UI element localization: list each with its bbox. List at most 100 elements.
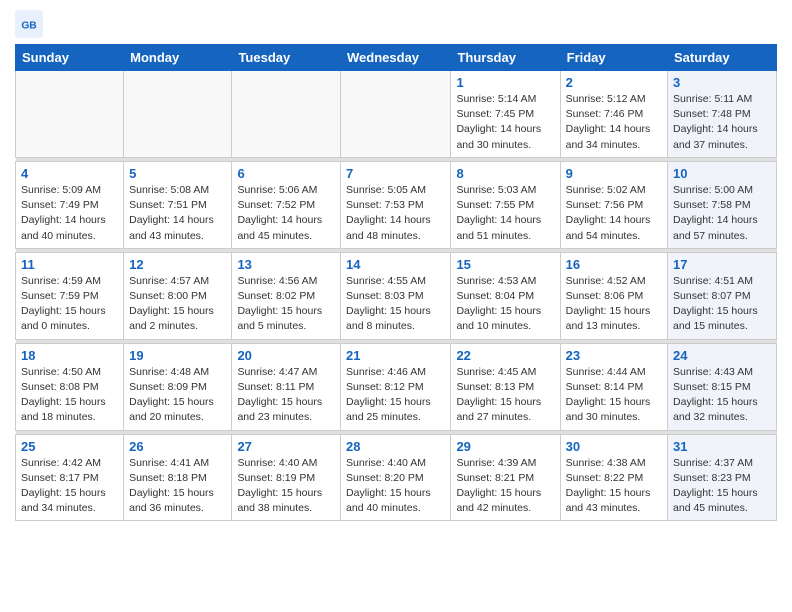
day-detail: Sunrise: 4:43 AMSunset: 8:15 PMDaylight:… — [673, 365, 771, 426]
day-number: 30 — [566, 439, 662, 454]
calendar-cell: 21 Sunrise: 4:46 AMSunset: 8:12 PMDayligh… — [341, 343, 451, 430]
calendar-cell: 18 Sunrise: 4:50 AMSunset: 8:08 PMDayligh… — [16, 343, 124, 430]
day-detail: Sunrise: 4:40 AMSunset: 8:19 PMDaylight:… — [237, 456, 335, 517]
day-detail: Sunrise: 4:48 AMSunset: 8:09 PMDaylight:… — [129, 365, 226, 426]
day-number: 5 — [129, 166, 226, 181]
day-number: 27 — [237, 439, 335, 454]
day-number: 9 — [566, 166, 662, 181]
day-detail: Sunrise: 4:46 AMSunset: 8:12 PMDaylight:… — [346, 365, 445, 426]
day-detail: Sunrise: 4:40 AMSunset: 8:20 PMDaylight:… — [346, 456, 445, 517]
day-number: 12 — [129, 257, 226, 272]
header-monday: Monday — [124, 45, 232, 71]
day-number: 24 — [673, 348, 771, 363]
header-wednesday: Wednesday — [341, 45, 451, 71]
day-detail: Sunrise: 4:55 AMSunset: 8:03 PMDaylight:… — [346, 274, 445, 335]
calendar-cell: 6 Sunrise: 5:06 AMSunset: 7:52 PMDaylight… — [232, 161, 341, 248]
day-number: 28 — [346, 439, 445, 454]
header: GB — [15, 10, 777, 38]
header-thursday: Thursday — [451, 45, 560, 71]
day-detail: Sunrise: 5:09 AMSunset: 7:49 PMDaylight:… — [21, 183, 118, 244]
day-detail: Sunrise: 5:14 AMSunset: 7:45 PMDaylight:… — [456, 92, 554, 153]
calendar-cell: 15 Sunrise: 4:53 AMSunset: 8:04 PMDayligh… — [451, 252, 560, 339]
calendar-cell: 31 Sunrise: 4:37 AMSunset: 8:23 PMDayligh… — [668, 434, 777, 521]
day-number: 15 — [456, 257, 554, 272]
day-detail: Sunrise: 4:37 AMSunset: 8:23 PMDaylight:… — [673, 456, 771, 517]
week-row-5: 25 Sunrise: 4:42 AMSunset: 8:17 PMDayligh… — [16, 434, 777, 521]
day-detail: Sunrise: 4:57 AMSunset: 8:00 PMDaylight:… — [129, 274, 226, 335]
day-number: 19 — [129, 348, 226, 363]
logo: GB — [15, 10, 47, 38]
svg-text:GB: GB — [21, 21, 36, 32]
day-detail: Sunrise: 5:02 AMSunset: 7:56 PMDaylight:… — [566, 183, 662, 244]
calendar-cell: 10 Sunrise: 5:00 AMSunset: 7:58 PMDayligh… — [668, 161, 777, 248]
calendar-cell: 4 Sunrise: 5:09 AMSunset: 7:49 PMDaylight… — [16, 161, 124, 248]
day-number: 14 — [346, 257, 445, 272]
day-detail: Sunrise: 5:11 AMSunset: 7:48 PMDaylight:… — [673, 92, 771, 153]
day-number: 4 — [21, 166, 118, 181]
week-row-4: 18 Sunrise: 4:50 AMSunset: 8:08 PMDayligh… — [16, 343, 777, 430]
day-detail: Sunrise: 4:39 AMSunset: 8:21 PMDaylight:… — [456, 456, 554, 517]
calendar-cell: 11 Sunrise: 4:59 AMSunset: 7:59 PMDayligh… — [16, 252, 124, 339]
day-number: 25 — [21, 439, 118, 454]
day-number: 13 — [237, 257, 335, 272]
day-number: 7 — [346, 166, 445, 181]
day-detail: Sunrise: 4:53 AMSunset: 8:04 PMDaylight:… — [456, 274, 554, 335]
calendar-cell: 23 Sunrise: 4:44 AMSunset: 8:14 PMDayligh… — [560, 343, 667, 430]
day-detail: Sunrise: 4:50 AMSunset: 8:08 PMDaylight:… — [21, 365, 118, 426]
day-detail: Sunrise: 4:59 AMSunset: 7:59 PMDaylight:… — [21, 274, 118, 335]
header-saturday: Saturday — [668, 45, 777, 71]
calendar-cell: 8 Sunrise: 5:03 AMSunset: 7:55 PMDaylight… — [451, 161, 560, 248]
calendar-cell: 3 Sunrise: 5:11 AMSunset: 7:48 PMDaylight… — [668, 71, 777, 158]
calendar-cell: 27 Sunrise: 4:40 AMSunset: 8:19 PMDayligh… — [232, 434, 341, 521]
calendar-cell: 20 Sunrise: 4:47 AMSunset: 8:11 PMDayligh… — [232, 343, 341, 430]
calendar-cell: 1 Sunrise: 5:14 AMSunset: 7:45 PMDaylight… — [451, 71, 560, 158]
day-number: 2 — [566, 75, 662, 90]
calendar-cell: 29Sunrise: 4:39 AMSunset: 8:21 PMDayligh… — [451, 434, 560, 521]
day-detail: Sunrise: 5:12 AMSunset: 7:46 PMDaylight:… — [566, 92, 662, 153]
header-tuesday: Tuesday — [232, 45, 341, 71]
day-number: 18 — [21, 348, 118, 363]
calendar-cell: 22 Sunrise: 4:45 AMSunset: 8:13 PMDayligh… — [451, 343, 560, 430]
calendar-cell: 2 Sunrise: 5:12 AMSunset: 7:46 PMDaylight… — [560, 71, 667, 158]
week-row-3: 11 Sunrise: 4:59 AMSunset: 7:59 PMDayligh… — [16, 252, 777, 339]
calendar-cell: 24 Sunrise: 4:43 AMSunset: 8:15 PMDayligh… — [668, 343, 777, 430]
day-number: 8 — [456, 166, 554, 181]
week-row-1: 1 Sunrise: 5:14 AMSunset: 7:45 PMDaylight… — [16, 71, 777, 158]
day-number: 6 — [237, 166, 335, 181]
day-number: 23 — [566, 348, 662, 363]
day-detail: Sunrise: 4:38 AMSunset: 8:22 PMDaylight:… — [566, 456, 662, 517]
day-number: 26 — [129, 439, 226, 454]
day-detail: Sunrise: 4:52 AMSunset: 8:06 PMDaylight:… — [566, 274, 662, 335]
calendar-cell — [16, 71, 124, 158]
day-detail: Sunrise: 4:42 AMSunset: 8:17 PMDaylight:… — [21, 456, 118, 517]
calendar-cell: 25 Sunrise: 4:42 AMSunset: 8:17 PMDayligh… — [16, 434, 124, 521]
calendar: SundayMondayTuesdayWednesdayThursdayFrid… — [15, 44, 777, 521]
week-row-2: 4 Sunrise: 5:09 AMSunset: 7:49 PMDaylight… — [16, 161, 777, 248]
day-number: 10 — [673, 166, 771, 181]
day-detail: Sunrise: 4:47 AMSunset: 8:11 PMDaylight:… — [237, 365, 335, 426]
day-detail: Sunrise: 4:44 AMSunset: 8:14 PMDaylight:… — [566, 365, 662, 426]
day-number: 22 — [456, 348, 554, 363]
day-detail: Sunrise: 4:51 AMSunset: 8:07 PMDaylight:… — [673, 274, 771, 335]
calendar-cell: 28 Sunrise: 4:40 AMSunset: 8:20 PMDayligh… — [341, 434, 451, 521]
day-number: 21 — [346, 348, 445, 363]
day-number: 3 — [673, 75, 771, 90]
calendar-cell: 16 Sunrise: 4:52 AMSunset: 8:06 PMDayligh… — [560, 252, 667, 339]
day-detail: Sunrise: 5:05 AMSunset: 7:53 PMDaylight:… — [346, 183, 445, 244]
calendar-header-row: SundayMondayTuesdayWednesdayThursdayFrid… — [16, 45, 777, 71]
day-detail: Sunrise: 4:41 AMSunset: 8:18 PMDaylight:… — [129, 456, 226, 517]
day-detail: Sunrise: 5:00 AMSunset: 7:58 PMDaylight:… — [673, 183, 771, 244]
calendar-cell: 26 Sunrise: 4:41 AMSunset: 8:18 PMDayligh… — [124, 434, 232, 521]
day-number: 1 — [456, 75, 554, 90]
calendar-cell: 19 Sunrise: 4:48 AMSunset: 8:09 PMDayligh… — [124, 343, 232, 430]
day-detail: Sunrise: 4:45 AMSunset: 8:13 PMDaylight:… — [456, 365, 554, 426]
day-number: 20 — [237, 348, 335, 363]
day-detail: Sunrise: 5:03 AMSunset: 7:55 PMDaylight:… — [456, 183, 554, 244]
calendar-cell: 13Sunrise: 4:56 AMSunset: 8:02 PMDayligh… — [232, 252, 341, 339]
day-number: 16 — [566, 257, 662, 272]
calendar-cell — [124, 71, 232, 158]
calendar-cell — [341, 71, 451, 158]
day-number: 31 — [673, 439, 771, 454]
day-number: 11 — [21, 257, 118, 272]
day-detail: Sunrise: 5:06 AMSunset: 7:52 PMDaylight:… — [237, 183, 335, 244]
